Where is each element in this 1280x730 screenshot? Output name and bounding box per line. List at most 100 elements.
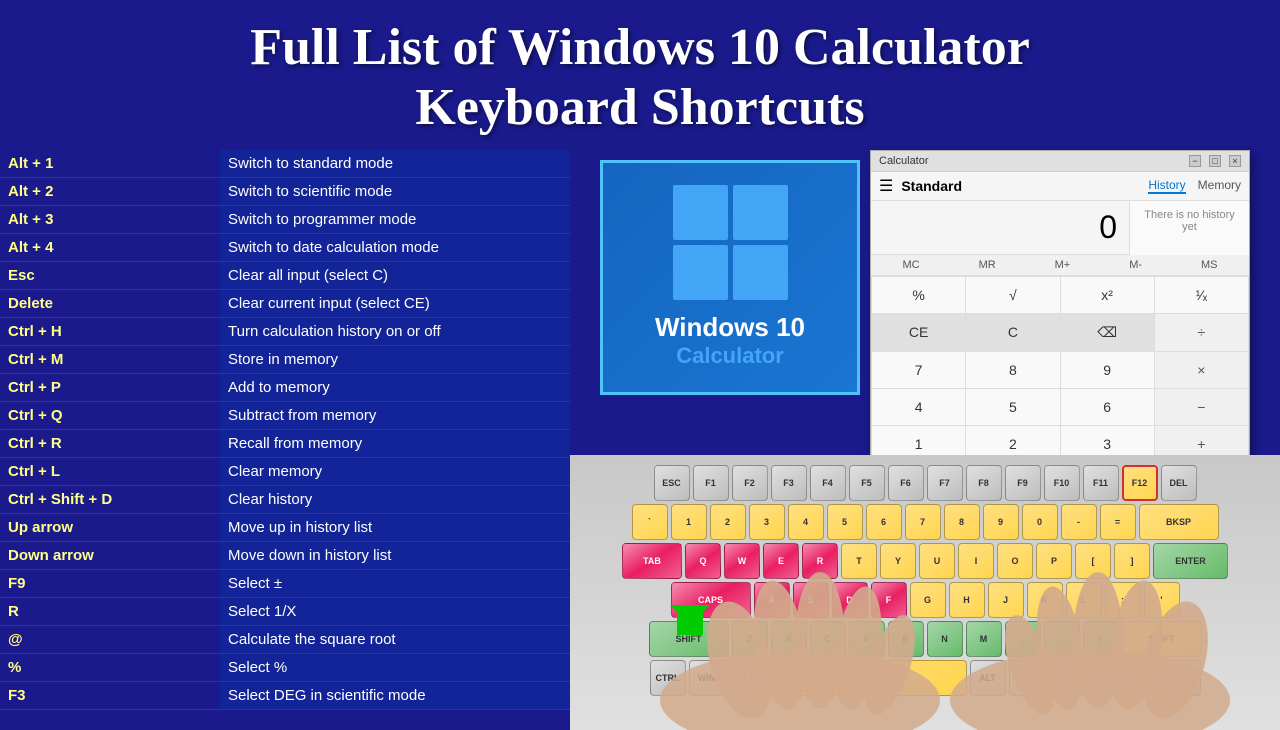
calc-btn-x[interactable]: ⌫ bbox=[1061, 314, 1154, 351]
key-del[interactable]: DEL bbox=[1161, 465, 1197, 501]
key-f1[interactable]: F1 bbox=[693, 465, 729, 501]
win-calc-label: Calculator bbox=[676, 343, 784, 369]
shortcut-key: Alt + 3 bbox=[0, 206, 220, 233]
shortcut-row: Ctrl + HTurn calculation history on or o… bbox=[0, 318, 570, 346]
calc-btn-9[interactable]: 9 bbox=[1061, 352, 1154, 388]
calc-btn-x[interactable]: % bbox=[872, 277, 965, 313]
shortcut-key: Ctrl + Shift + D bbox=[0, 486, 220, 513]
shortcut-key: Alt + 1 bbox=[0, 150, 220, 177]
shortcut-desc: Recall from memory bbox=[220, 430, 570, 457]
shortcut-row: Ctrl + PAdd to memory bbox=[0, 374, 570, 402]
calc-btn-C[interactable]: C bbox=[966, 314, 1059, 351]
key-esc[interactable]: ESC bbox=[654, 465, 690, 501]
shortcut-key: Alt + 2 bbox=[0, 178, 220, 205]
keyboard-visual: ESC F1 F2 F3 F4 F5 F6 F7 F8 F9 F10 F11 F… bbox=[570, 455, 1280, 730]
mc-button[interactable]: MC bbox=[902, 259, 919, 271]
key-f2[interactable]: F2 bbox=[732, 465, 768, 501]
shortcut-key: Alt + 4 bbox=[0, 234, 220, 261]
calc-btn-xx[interactable]: x² bbox=[1061, 277, 1154, 313]
shortcut-row: Down arrowMove down in history list bbox=[0, 542, 570, 570]
key-f9[interactable]: F9 bbox=[1005, 465, 1041, 501]
shortcut-row: Up arrowMove up in history list bbox=[0, 514, 570, 542]
shortcut-key: R bbox=[0, 598, 220, 625]
shortcut-desc: Move up in history list bbox=[220, 514, 570, 541]
keyboard-area: ESC F1 F2 F3 F4 F5 F6 F7 F8 F9 F10 F11 F… bbox=[570, 455, 1280, 730]
calc-btn-x[interactable]: − bbox=[1155, 389, 1248, 425]
shortcut-desc: Select ± bbox=[220, 570, 570, 597]
shortcut-row: Ctrl + QSubtract from memory bbox=[0, 402, 570, 430]
calc-btn-5[interactable]: 5 bbox=[966, 389, 1059, 425]
ms-button[interactable]: MS bbox=[1201, 259, 1218, 271]
shortcut-key: Ctrl + Q bbox=[0, 402, 220, 429]
maximize-button[interactable]: □ bbox=[1209, 155, 1221, 167]
calc-btn-x[interactable]: × bbox=[1155, 352, 1248, 388]
shortcut-desc: Switch to standard mode bbox=[220, 150, 570, 177]
shortcuts-panel: Alt + 1Switch to standard modeAlt + 2Swi… bbox=[0, 150, 570, 730]
key-f12[interactable]: F12 bbox=[1122, 465, 1158, 501]
shortcut-key: Down arrow bbox=[0, 542, 220, 569]
tab-memory[interactable]: Memory bbox=[1198, 178, 1241, 194]
mr-button[interactable]: MR bbox=[979, 259, 996, 271]
shortcut-key: Ctrl + L bbox=[0, 458, 220, 485]
mplus-button[interactable]: M+ bbox=[1055, 259, 1071, 271]
calculator-window: Calculator − □ × ☰ Standard History Memo… bbox=[870, 150, 1250, 501]
shortcut-desc: Switch to programmer mode bbox=[220, 206, 570, 233]
win-pane-3 bbox=[673, 245, 728, 300]
key-f5[interactable]: F5 bbox=[849, 465, 885, 501]
shortcut-key: Delete bbox=[0, 290, 220, 317]
key-f6[interactable]: F6 bbox=[888, 465, 924, 501]
calc-title: Calculator bbox=[879, 155, 929, 167]
shortcut-row: RSelect 1/X bbox=[0, 598, 570, 626]
win10-label: Windows 10 bbox=[655, 312, 805, 343]
shortcut-row: Ctrl + MStore in memory bbox=[0, 346, 570, 374]
shortcut-desc: Clear all input (select C) bbox=[220, 262, 570, 289]
win-pane-4 bbox=[733, 245, 788, 300]
hamburger-icon[interactable]: ☰ bbox=[879, 176, 893, 196]
hands-image bbox=[620, 530, 1270, 730]
shortcut-row: Alt + 2Switch to scientific mode bbox=[0, 178, 570, 206]
key-f4[interactable]: F4 bbox=[810, 465, 846, 501]
calc-btn-7[interactable]: 7 bbox=[872, 352, 965, 388]
calc-btn-CE[interactable]: CE bbox=[872, 314, 965, 351]
calc-tabs: History Memory bbox=[1148, 178, 1241, 194]
calc-memory-row: MC MR M+ M- MS bbox=[871, 255, 1249, 276]
shortcut-key: F9 bbox=[0, 570, 220, 597]
right-panel: Windows 10 Calculator Calculator − □ × ☰… bbox=[570, 150, 1280, 730]
shortcut-desc: Store in memory bbox=[220, 346, 570, 373]
shortcut-key: Ctrl + R bbox=[0, 430, 220, 457]
shortcut-row: F3Select DEG in scientific mode bbox=[0, 682, 570, 710]
key-f10[interactable]: F10 bbox=[1044, 465, 1080, 501]
calc-btn-8[interactable]: 8 bbox=[966, 352, 1059, 388]
shortcut-desc: Turn calculation history on or off bbox=[220, 318, 570, 345]
shortcut-row: Alt + 3Switch to programmer mode bbox=[0, 206, 570, 234]
shortcut-desc: Clear history bbox=[220, 486, 570, 513]
windows-logo-box: Windows 10 Calculator bbox=[600, 160, 860, 395]
kb-row-func: ESC F1 F2 F3 F4 F5 F6 F7 F8 F9 F10 F11 F… bbox=[580, 465, 1270, 501]
calc-btn-x[interactable]: √ bbox=[966, 277, 1059, 313]
tab-history[interactable]: History bbox=[1148, 178, 1185, 194]
shortcut-desc: Add to memory bbox=[220, 374, 570, 401]
shortcut-row: Alt + 4Switch to date calculation mode bbox=[0, 234, 570, 262]
shortcut-row: Ctrl + LClear memory bbox=[0, 458, 570, 486]
calc-display: 0 bbox=[871, 201, 1129, 255]
shortcut-row: Ctrl + Shift + DClear history bbox=[0, 486, 570, 514]
minimize-button[interactable]: − bbox=[1189, 155, 1201, 167]
calc-btn-4[interactable]: 4 bbox=[872, 389, 965, 425]
key-f8[interactable]: F8 bbox=[966, 465, 1002, 501]
calc-mode: Standard bbox=[901, 178, 1148, 194]
key-f3[interactable]: F3 bbox=[771, 465, 807, 501]
calc-btn-x[interactable]: ÷ bbox=[1155, 314, 1248, 351]
calc-header: ☰ Standard History Memory bbox=[871, 172, 1249, 201]
shortcut-desc: Select % bbox=[220, 654, 570, 681]
mminus-button[interactable]: M- bbox=[1129, 259, 1142, 271]
calc-area: Windows 10 Calculator Calculator − □ × ☰… bbox=[570, 150, 1280, 455]
win-pane-1 bbox=[673, 185, 728, 240]
calc-btn-xxx[interactable]: ¹⁄ₓ bbox=[1155, 277, 1248, 313]
calc-titlebar: Calculator − □ × bbox=[871, 151, 1249, 172]
shortcut-desc: Subtract from memory bbox=[220, 402, 570, 429]
key-f11[interactable]: F11 bbox=[1083, 465, 1119, 501]
key-f7[interactable]: F7 bbox=[927, 465, 963, 501]
calc-btn-6[interactable]: 6 bbox=[1061, 389, 1154, 425]
page-title: Full List of Windows 10 Calculator Keybo… bbox=[10, 18, 1270, 138]
close-button[interactable]: × bbox=[1229, 155, 1241, 167]
